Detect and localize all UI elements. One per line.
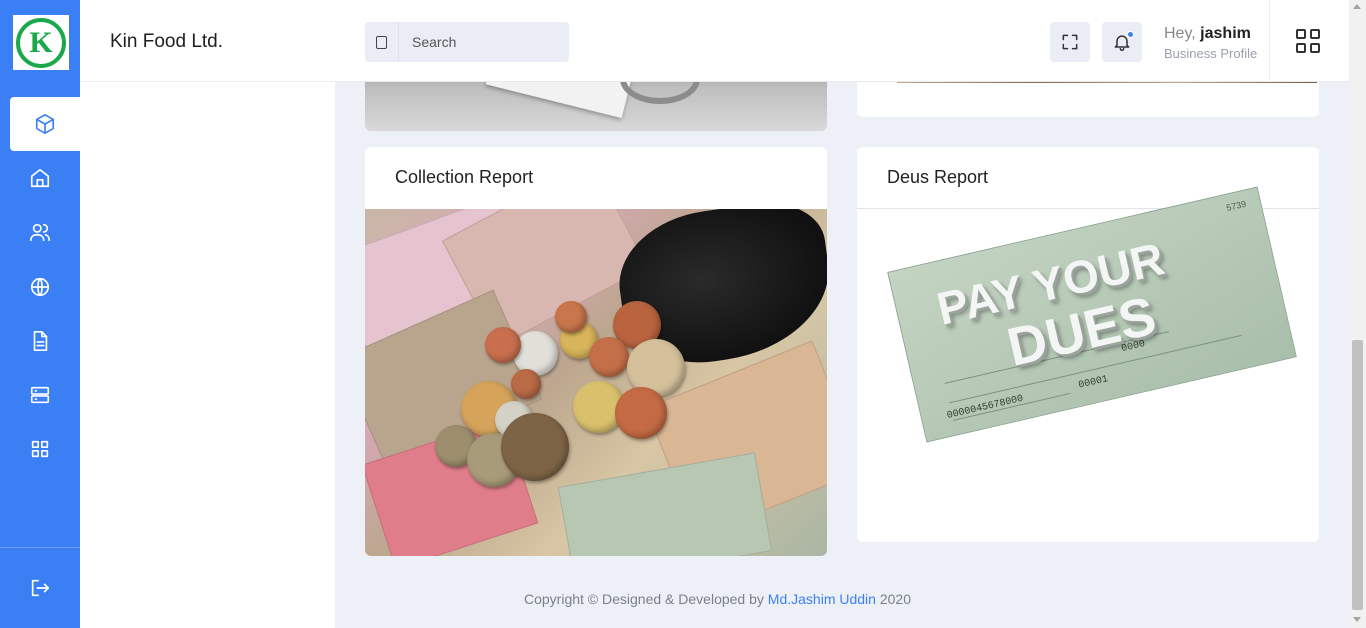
icon-rail: K <box>0 0 80 628</box>
footer-year: 2020 <box>879 591 911 607</box>
notification-dot <box>1127 31 1134 38</box>
logo-letter: K <box>29 25 53 59</box>
dues-report-card[interactable]: Deus Report 5739 0000 0000045678000 0000… <box>857 147 1319 542</box>
rail-item-products[interactable] <box>10 97 80 151</box>
coin <box>485 327 521 363</box>
brand-name[interactable]: Kin Food Ltd. <box>110 31 223 53</box>
grid-icon <box>1296 29 1320 53</box>
check-routing-number: 00001 <box>1077 374 1110 392</box>
scroll-down-arrow[interactable] <box>1353 617 1361 622</box>
collection-report-card[interactable]: Collection Report <box>365 147 827 556</box>
rail-item-users[interactable] <box>0 205 80 259</box>
banknote <box>557 452 773 556</box>
footer: Copyright © Designed & Developed by Md.J… <box>524 591 911 607</box>
check-number: 5739 <box>1225 198 1248 213</box>
logout-icon <box>31 579 50 597</box>
home-icon <box>30 168 50 188</box>
greeting-prefix: Hey, <box>1164 25 1196 42</box>
user-role: Business Profile <box>1164 46 1258 61</box>
rail-item-home[interactable] <box>0 151 80 205</box>
secondary-sidebar <box>80 0 335 628</box>
company-logo[interactable]: K <box>13 15 69 70</box>
grid-icon <box>31 440 49 458</box>
logout-button[interactable] <box>0 561 80 615</box>
coin <box>555 301 587 333</box>
top-header: Hey, jashim Business Profile <box>335 0 1349 82</box>
pay-your-dues-image: 5739 0000 0000045678000 00001 PAY YOUR D… <box>887 186 1297 443</box>
scroll-up-arrow[interactable] <box>1353 4 1361 9</box>
card-title: Collection Report <box>395 167 534 187</box>
sidebar-divider <box>80 81 335 82</box>
users-icon <box>30 223 50 242</box>
rail-item-documents[interactable] <box>0 314 80 368</box>
notifications-button[interactable] <box>1102 22 1142 62</box>
coin <box>511 369 541 399</box>
rail-item-apps[interactable] <box>0 422 80 476</box>
apps-menu-button[interactable] <box>1295 28 1321 54</box>
card-title: Deus Report <box>887 167 989 187</box>
coin <box>589 337 629 377</box>
rail-item-globe[interactable] <box>0 260 80 314</box>
search-icon-button[interactable] <box>365 22 399 62</box>
coin <box>615 387 667 439</box>
rail-divider <box>0 547 80 548</box>
header-divider <box>1269 0 1270 82</box>
check-account-number: 0000045678000 <box>946 393 1025 423</box>
logo-ring: K <box>16 17 66 68</box>
globe-icon <box>30 277 50 297</box>
server-icon <box>30 386 50 404</box>
search-input[interactable] <box>399 34 559 50</box>
fullscreen-icon <box>1062 34 1078 50</box>
money-image <box>365 209 827 556</box>
document-icon <box>33 331 48 351</box>
rail-item-server[interactable] <box>0 368 80 422</box>
search-box[interactable] <box>365 22 569 62</box>
box-icon <box>35 114 55 134</box>
footer-text: Copyright © Designed & Developed by <box>524 591 764 607</box>
search-icon <box>376 35 387 49</box>
scrollbar-thumb[interactable] <box>1352 340 1363 610</box>
author-link[interactable]: Md.Jashim Uddin <box>768 591 876 607</box>
user-greeting[interactable]: Hey, jashim <box>1164 25 1251 43</box>
coin <box>501 413 569 481</box>
user-name: jashim <box>1200 25 1251 42</box>
fullscreen-button[interactable] <box>1050 22 1090 62</box>
